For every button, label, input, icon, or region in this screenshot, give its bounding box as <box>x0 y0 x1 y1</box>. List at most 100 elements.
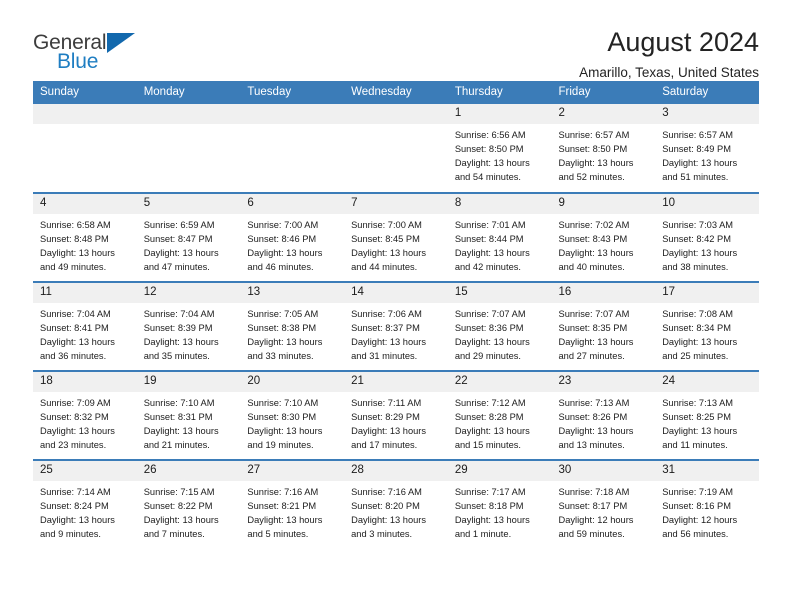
calendar-day-cell[interactable]: 3 Sunrise: 6:57 AM Sunset: 8:49 PM Daylight… <box>655 104 759 193</box>
calendar-day-cell[interactable]: 4 Sunrise: 6:58 AM Sunset: 8:48 PM Daylight… <box>33 192 137 282</box>
daylight-duration: Daylight: 12 hours and 56 minutes. <box>662 514 738 540</box>
sunrise-time: Sunrise: 7:08 AM <box>662 308 734 319</box>
day-number: 8 <box>447 194 552 214</box>
day-number: 1 <box>447 104 552 124</box>
day-sun-info: Sunrise: 7:03 AM Sunset: 8:42 PM Daylight:… <box>655 214 759 275</box>
sunset-time: Sunset: 8:20 PM <box>351 500 420 511</box>
sunrise-time: Sunrise: 7:05 AM <box>247 308 319 319</box>
sunrise-time: Sunrise: 7:02 AM <box>558 219 630 230</box>
sunset-time: Sunset: 8:50 PM <box>454 143 524 154</box>
day-sun-info: Sunrise: 7:08 AM Sunset: 8:34 PM Daylight:… <box>655 303 759 364</box>
calendar-day-cell[interactable]: 20 Sunrise: 7:10 AM Sunset: 8:30 PM Dayligh… <box>240 370 345 460</box>
calendar-day-cell[interactable]: 16 Sunrise: 7:07 AM Sunset: 8:35 PM Dayligh… <box>551 281 656 371</box>
sunset-time: Sunset: 8:21 PM <box>247 500 317 511</box>
day-number: 29 <box>447 461 552 481</box>
calendar-day-cell[interactable]: 24 Sunrise: 7:13 AM Sunset: 8:25 PM Dayligh… <box>655 370 759 460</box>
calendar-day-cell[interactable]: 27 Sunrise: 7:16 AM Sunset: 8:21 PM Dayligh… <box>240 459 345 549</box>
calendar-day-cell[interactable]: 9 Sunrise: 7:02 AM Sunset: 8:43 PM Daylight… <box>551 192 656 282</box>
calendar-table: Sunday Monday Tuesday Wednesday Thursday Frid… <box>33 81 759 549</box>
calendar-day-cell[interactable]: 14 Sunrise: 7:06 AM Sunset: 8:37 PM Dayligh… <box>344 281 448 371</box>
calendar-day-cell[interactable]: 12 Sunrise: 7:04 AM Sunset: 8:39 PM Dayligh… <box>136 281 241 371</box>
sunrise-time: Sunrise: 6:57 AM <box>662 129 734 140</box>
day-number: 24 <box>655 372 759 392</box>
calendar-day-cell[interactable]: 5 Sunrise: 6:59 AM Sunset: 8:47 PM Daylight… <box>136 192 241 282</box>
daylight-duration: Daylight: 13 hours and 44 minutes. <box>351 247 427 273</box>
sunset-time: Sunset: 8:39 PM <box>143 322 213 333</box>
day-number: 11 <box>33 283 137 303</box>
day-number: 10 <box>655 194 759 214</box>
weekday-header-monday: Monday <box>136 81 241 104</box>
sunrise-time: Sunrise: 7:16 AM <box>247 486 319 497</box>
calendar-day-cell[interactable]: 8 Sunrise: 7:01 AM Sunset: 8:44 PM Daylight… <box>447 192 552 282</box>
sunset-time: Sunset: 8:47 PM <box>143 233 213 244</box>
sunset-time: Sunset: 8:37 PM <box>351 322 420 333</box>
daylight-duration: Daylight: 13 hours and 38 minutes. <box>662 247 738 273</box>
calendar-day-cell[interactable]: 10 Sunrise: 7:03 AM Sunset: 8:42 PM Dayligh… <box>655 192 759 282</box>
sunset-time: Sunset: 8:17 PM <box>558 500 628 511</box>
sunrise-time: Sunrise: 7:00 AM <box>351 219 422 230</box>
sunrise-time: Sunrise: 7:13 AM <box>558 397 630 408</box>
day-number: 21 <box>344 372 448 392</box>
daylight-duration: Daylight: 13 hours and 13 minutes. <box>558 425 634 451</box>
calendar-day-cell[interactable]: 7 Sunrise: 7:00 AM Sunset: 8:45 PM Daylight… <box>344 192 448 282</box>
calendar-day-cell[interactable]: 28 Sunrise: 7:16 AM Sunset: 8:20 PM Dayligh… <box>344 459 448 549</box>
daylight-duration: Daylight: 13 hours and 33 minutes. <box>247 336 323 362</box>
calendar-day-cell[interactable]: 13 Sunrise: 7:05 AM Sunset: 8:38 PM Dayligh… <box>240 281 345 371</box>
calendar-day-cell[interactable]: 6 Sunrise: 7:00 AM Sunset: 8:46 PM Daylight… <box>240 192 345 282</box>
calendar-day-cell[interactable]: 26 Sunrise: 7:15 AM Sunset: 8:22 PM Dayligh… <box>136 459 241 549</box>
sunrise-time: Sunrise: 7:06 AM <box>351 308 422 319</box>
generalblue-logo[interactable]: General Blue <box>33 28 153 72</box>
calendar-day-cell-empty <box>33 104 137 193</box>
calendar-day-cell[interactable]: 22 Sunrise: 7:12 AM Sunset: 8:28 PM Dayligh… <box>447 370 552 460</box>
day-sun-info: Sunrise: 7:07 AM Sunset: 8:36 PM Daylight:… <box>448 303 552 364</box>
sunset-time: Sunset: 8:34 PM <box>662 322 731 333</box>
sunrise-time: Sunrise: 7:09 AM <box>40 397 111 408</box>
daylight-duration: Daylight: 13 hours and 17 minutes. <box>351 425 427 451</box>
day-sun-info: Sunrise: 7:07 AM Sunset: 8:35 PM Daylight:… <box>552 303 656 364</box>
calendar-day-cell[interactable]: 17 Sunrise: 7:08 AM Sunset: 8:34 PM Dayligh… <box>655 281 759 371</box>
logo-text-blue: Blue <box>57 50 99 73</box>
weekday-header-sunday: Sunday <box>33 81 137 104</box>
calendar-day-cell[interactable]: 1 Sunrise: 6:56 AM Sunset: 8:50 PM Daylight… <box>447 104 552 193</box>
calendar-day-cell[interactable]: 2 Sunrise: 6:57 AM Sunset: 8:50 PM Daylight… <box>551 104 656 193</box>
daylight-duration: Daylight: 13 hours and 19 minutes. <box>247 425 323 451</box>
day-sun-info: Sunrise: 7:15 AM Sunset: 8:22 PM Daylight:… <box>137 481 241 542</box>
day-sun-info: Sunrise: 6:57 AM Sunset: 8:49 PM Daylight:… <box>655 124 759 185</box>
daylight-duration: Daylight: 13 hours and 36 minutes. <box>40 336 115 362</box>
weekday-header-friday: Friday <box>551 81 656 104</box>
sunset-time: Sunset: 8:28 PM <box>454 411 524 422</box>
sunset-time: Sunset: 8:32 PM <box>40 411 109 422</box>
calendar-day-cell[interactable]: 23 Sunrise: 7:13 AM Sunset: 8:26 PM Dayligh… <box>551 370 656 460</box>
calendar-day-cell[interactable]: 29 Sunrise: 7:17 AM Sunset: 8:18 PM Dayligh… <box>447 459 552 549</box>
daylight-duration: Daylight: 13 hours and 3 minutes. <box>351 514 427 540</box>
day-sun-info: Sunrise: 7:09 AM Sunset: 8:32 PM Daylight:… <box>33 392 137 453</box>
calendar-day-cell[interactable]: 25 Sunrise: 7:14 AM Sunset: 8:24 PM Dayligh… <box>33 459 137 549</box>
day-sun-info: Sunrise: 7:16 AM Sunset: 8:20 PM Daylight:… <box>344 481 448 542</box>
weekday-header-saturday: Saturday <box>655 81 759 104</box>
calendar-day-cell[interactable]: 18 Sunrise: 7:09 AM Sunset: 8:32 PM Dayligh… <box>33 370 137 460</box>
weekday-header-tuesday: Tuesday <box>240 81 345 104</box>
daylight-duration: Daylight: 13 hours and 25 minutes. <box>662 336 738 362</box>
day-number <box>33 104 137 124</box>
day-sun-info: Sunrise: 7:11 AM Sunset: 8:29 PM Daylight:… <box>344 392 448 453</box>
daylight-duration: Daylight: 13 hours and 7 minutes. <box>143 514 219 540</box>
calendar-day-cell[interactable]: 30 Sunrise: 7:18 AM Sunset: 8:17 PM Dayligh… <box>551 459 656 549</box>
sunset-time: Sunset: 8:35 PM <box>558 322 628 333</box>
sunrise-time: Sunrise: 7:18 AM <box>558 486 630 497</box>
day-sun-info: Sunrise: 7:18 AM Sunset: 8:17 PM Daylight:… <box>552 481 656 542</box>
sunrise-time: Sunrise: 7:04 AM <box>40 308 111 319</box>
day-number: 6 <box>240 194 345 214</box>
sunrise-time: Sunrise: 7:00 AM <box>247 219 319 230</box>
calendar-day-cell[interactable]: 15 Sunrise: 7:07 AM Sunset: 8:36 PM Dayligh… <box>447 281 552 371</box>
calendar-day-cell[interactable]: 19 Sunrise: 7:10 AM Sunset: 8:31 PM Dayligh… <box>136 370 241 460</box>
day-number: 26 <box>136 461 241 481</box>
daylight-duration: Daylight: 13 hours and 15 minutes. <box>454 425 530 451</box>
day-number: 13 <box>240 283 345 303</box>
calendar-day-cell[interactable]: 31 Sunrise: 7:19 AM Sunset: 8:16 PM Dayligh… <box>655 459 759 549</box>
sunrise-time: Sunrise: 7:01 AM <box>454 219 526 230</box>
daylight-duration: Daylight: 13 hours and 54 minutes. <box>454 157 530 183</box>
sunrise-time: Sunrise: 7:17 AM <box>454 486 526 497</box>
sunset-time: Sunset: 8:45 PM <box>351 233 420 244</box>
calendar-day-cell[interactable]: 21 Sunrise: 7:11 AM Sunset: 8:29 PM Dayligh… <box>344 370 448 460</box>
calendar-day-cell[interactable]: 11 Sunrise: 7:04 AM Sunset: 8:41 PM Dayligh… <box>33 281 137 371</box>
